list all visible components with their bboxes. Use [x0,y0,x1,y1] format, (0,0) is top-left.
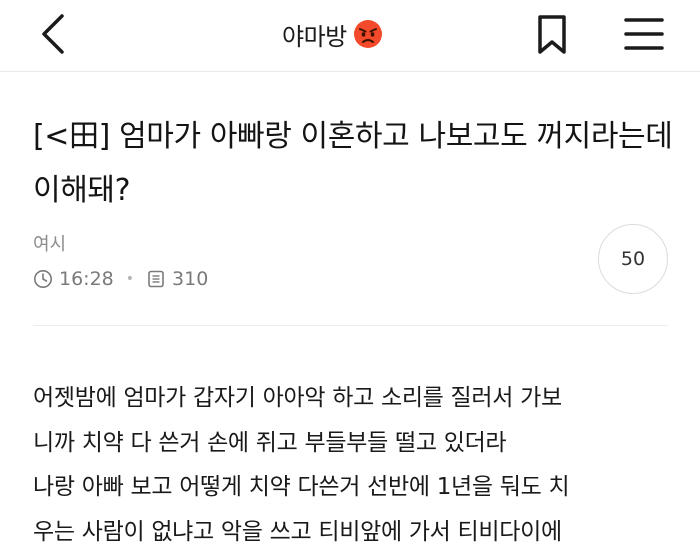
bookmark-button[interactable] [532,12,572,56]
board-title[interactable]: 야마방 [282,14,383,54]
body-line: 니까 치약 다 쓴거 손에 쥐고 부들부들 떨고 있더라 [33,429,507,456]
content-divider [33,325,668,326]
back-button[interactable] [36,10,76,58]
body-line: 어젯밤에 엄마가 갑자기 아아악 하고 소리를 질러서 가보 [33,385,562,411]
hamburger-menu-icon [624,18,664,50]
app-header: 야마방 [0,0,700,70]
document-icon [148,270,164,288]
comment-count-button[interactable]: 50 [598,224,668,294]
post-body: 어젯밤에 엄마가 갑자기 아아악 하고 소리를 질러서 가보 니까 치약 다 쓴… [33,376,678,554]
body-line: 나랑 아빠 보고 어떻게 치약 다쓴거 선반에 1년을 둬도 치 [33,474,570,500]
board-title-text: 야마방 [282,22,347,51]
bookmark-icon [538,15,566,54]
meta-separator: • [125,271,135,287]
post-title: [<田] 엄마가 아빠랑 이혼하고 나보고도 꺼지라는데 이해돼? [33,119,673,208]
clock-icon [34,270,52,288]
chevron-left-icon [42,14,64,54]
header-divider [0,71,700,72]
post-meta: 16:28 • 310 [33,266,208,292]
comment-count: 50 [620,248,646,270]
menu-button[interactable] [622,14,666,54]
body-line: 우는 사람이 없냐고 악을 쓰고 티비앞에 가서 티비다이에 [33,518,562,545]
post-author[interactable]: 여시 [33,230,66,256]
view-count: 310 [172,268,209,290]
angry-face-icon [353,20,382,48]
post-time: 16:28 [59,268,114,290]
